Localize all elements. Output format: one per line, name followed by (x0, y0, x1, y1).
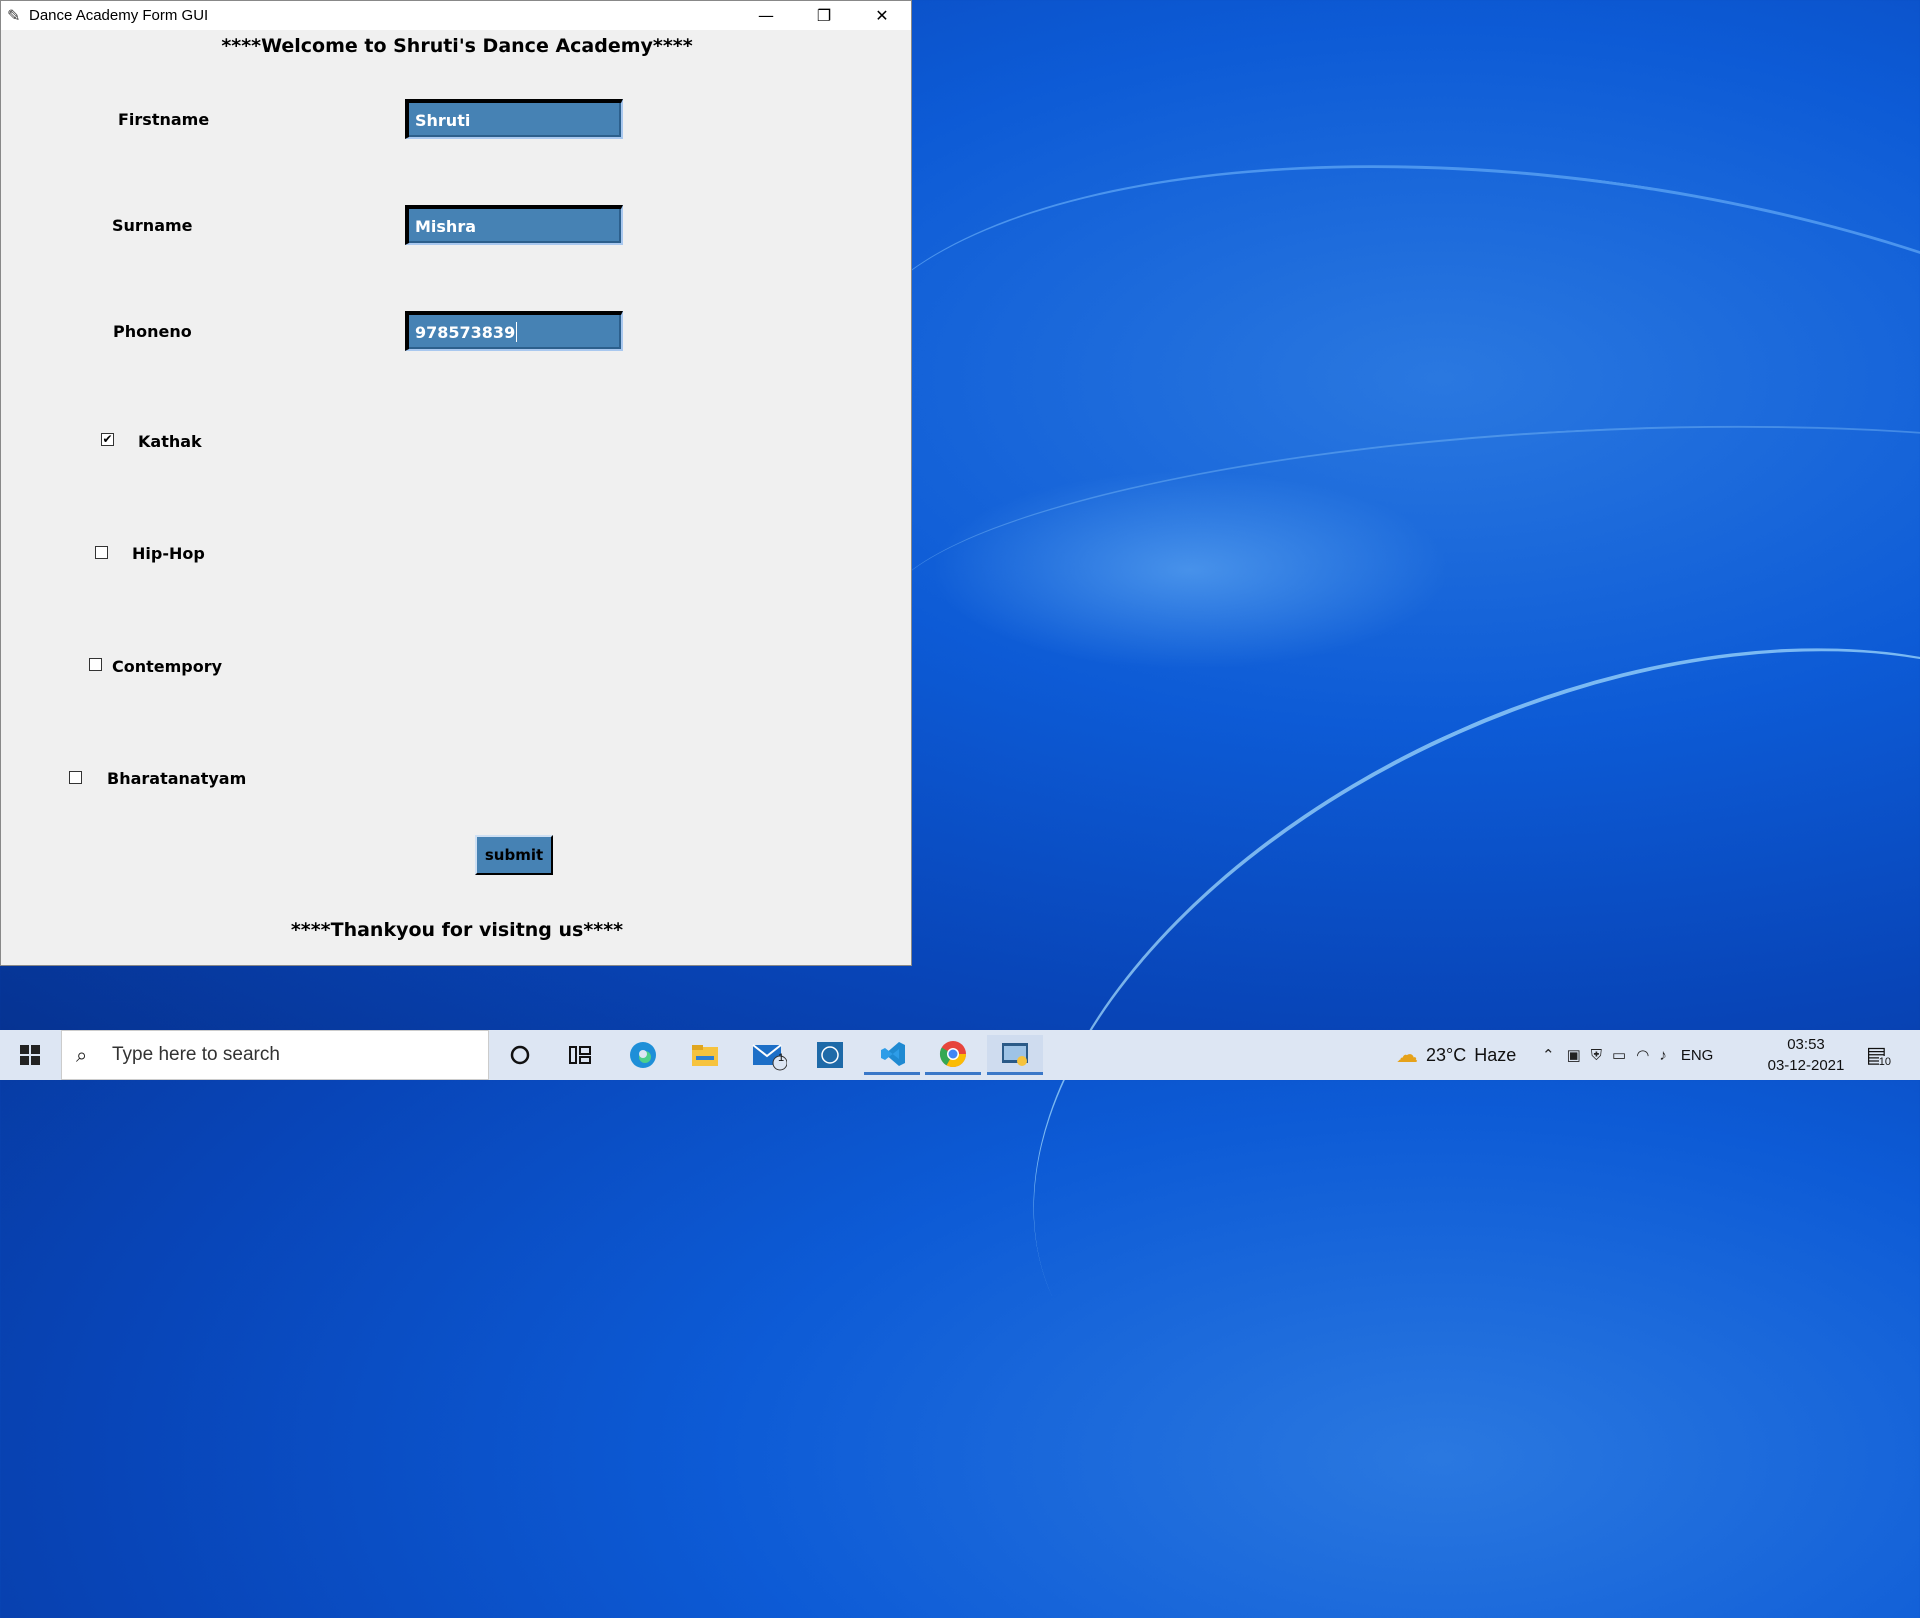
mail-badge-count: 1 (778, 1052, 785, 1064)
feather-icon: ✎ (7, 5, 21, 25)
text-caret (516, 322, 518, 342)
surname-field[interactable]: Mishra (405, 205, 623, 245)
hiphop-checkbox[interactable] (95, 546, 108, 559)
weather-widget[interactable]: ☁ 23°C Haze (1396, 1030, 1516, 1080)
surname-label: Surname (112, 216, 193, 235)
wifi-icon[interactable]: ◠ (1636, 1046, 1649, 1064)
firstname-value: Shruti (415, 110, 471, 130)
search-placeholder: Type here to search (112, 1044, 280, 1065)
language-indicator[interactable]: ENG (1681, 1047, 1714, 1064)
system-tray: ⌃ ▣ ⛨ ▭ ◠ ♪ ENG (1542, 1030, 1713, 1080)
cortana-icon[interactable] (492, 1035, 548, 1075)
chevron-up-icon[interactable]: ⌃ (1542, 1046, 1555, 1064)
notification-count: 10 (1878, 1056, 1892, 1068)
firstname-field[interactable]: Shruti (405, 99, 623, 139)
windows-logo-icon (20, 1045, 40, 1065)
weather-temp: 23°C (1426, 1044, 1467, 1065)
start-button[interactable] (0, 1030, 60, 1080)
bharatanatyam-checkbox[interactable] (69, 771, 82, 784)
file-explorer-icon[interactable] (677, 1035, 733, 1075)
close-button[interactable]: ✕ (853, 1, 911, 30)
kathak-label: Kathak (138, 432, 202, 451)
contempory-checkbox[interactable] (89, 658, 102, 671)
haze-weather-icon: ☁ (1396, 1042, 1418, 1067)
phoneno-label: Phoneno (113, 322, 192, 341)
clock-date: 03-12-2021 (1767, 1057, 1845, 1074)
surname-value: Mishra (415, 216, 477, 236)
edge-browser-icon[interactable] (615, 1035, 671, 1075)
submit-button[interactable]: submit (475, 835, 553, 875)
app-window: ✎ Dance Academy Form GUI — ❐ ✕ ****Welco… (0, 0, 912, 966)
security-icon[interactable]: ⛨ (1591, 1047, 1602, 1064)
battery-icon[interactable]: ▭ (1612, 1046, 1626, 1064)
search-icon: ⌕ (76, 1043, 88, 1067)
thankyou-footer: ****Thankyou for visitng us**** (290, 919, 624, 941)
clock-time: 03:53 (1787, 1036, 1825, 1053)
vscode-icon[interactable] (864, 1035, 920, 1075)
contempory-label: Contempory (112, 657, 223, 676)
volume-icon[interactable]: ♪ (1659, 1047, 1667, 1064)
kathak-checkbox[interactable]: ✔ (101, 433, 114, 446)
window-title: Dance Academy Form GUI (29, 7, 209, 24)
taskbar: ⌕ Type here to search 1 ☁ 23°C Haze ⌃ ▣ … (0, 1030, 1920, 1080)
phoneno-value: 978573839 (415, 322, 516, 342)
phoneno-field[interactable]: 978573839 (405, 311, 623, 351)
hiphop-label: Hip-Hop (132, 544, 205, 563)
mail-icon[interactable]: 1 (741, 1035, 797, 1075)
minimize-button[interactable]: — (737, 1, 795, 30)
firstname-label: Firstname (118, 110, 210, 129)
clock[interactable]: 03:53 03-12-2021 (1764, 1034, 1848, 1076)
chrome-icon[interactable] (925, 1035, 981, 1075)
dell-app-icon[interactable] (802, 1035, 858, 1075)
bharatanatyam-label: Bharatanatyam (107, 769, 247, 788)
taskbar-search-box[interactable]: ⌕ Type here to search (61, 1030, 489, 1080)
action-center-button[interactable]: ▤ 10 (1866, 1030, 1892, 1080)
welcome-heading: ****Welcome to Shruti's Dance Academy***… (221, 35, 693, 57)
task-view-icon[interactable] (552, 1035, 608, 1075)
meet-now-icon[interactable]: ▣ (1567, 1046, 1581, 1064)
weather-desc: Haze (1474, 1044, 1517, 1065)
title-bar[interactable]: ✎ Dance Academy Form GUI — ❐ ✕ (1, 1, 911, 30)
maximize-button[interactable]: ❐ (795, 1, 853, 30)
python-app-icon[interactable] (987, 1035, 1043, 1075)
